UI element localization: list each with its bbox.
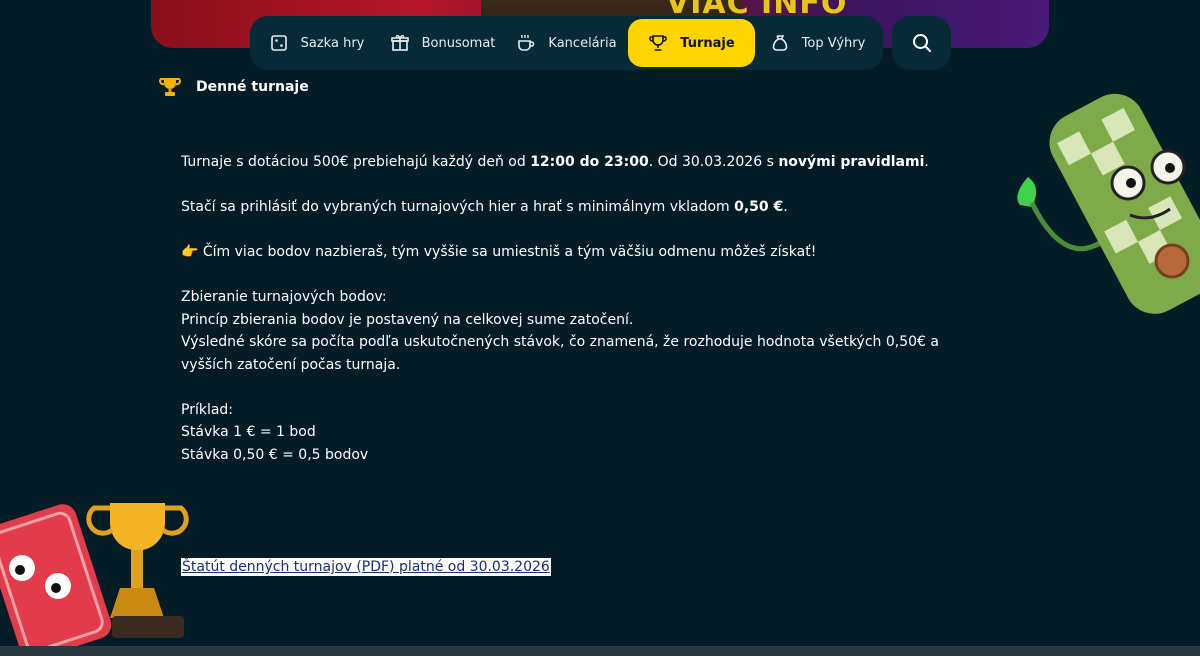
money-bag-icon [770,33,790,53]
paragraph-min-bet: Stačí sa prihlásiť do vybraných turnajov… [181,199,788,215]
coffee-icon [516,33,536,53]
nav-label: Kancelária [548,35,617,51]
search-button[interactable] [892,16,951,70]
paragraph-rules-score: Výsledné skóre sa počíta podľa uskutočne… [181,334,939,373]
nav-label: Bonusomat [421,35,496,51]
trophy-icon [648,33,668,53]
paragraph-rules-title: Zbieranie turnajových bodov: [181,289,387,305]
gift-icon [390,33,410,53]
nav-item-top-vyhry[interactable]: Top Výhry [755,19,880,67]
rules-pdf-link[interactable]: Štatút denných turnajov (PDF) platné od … [181,558,551,576]
dice-icon [269,33,289,53]
mascot-left-illustration [0,503,189,648]
nav-item-bonusomat[interactable]: Bonusomat [380,19,505,67]
example-line-1: Stávka 1 € = 1 bod [181,424,316,440]
nav-item-kancelaria[interactable]: Kancelária [505,19,628,67]
trophy-icon [158,76,182,98]
footer-bar [0,646,1200,656]
nav-label: Sazka hry [300,35,365,51]
mascot-right-illustration [1017,93,1200,314]
example-title: Príklad: [181,401,234,418]
search-icon [911,32,933,54]
main-nav: Sazka hry Bonusomat Kancelária Turnaje T… [250,16,883,70]
paragraph-rules-principle: Princíp zbierania bodov je postavený na … [181,311,634,328]
section-title: Denné turnaje [196,79,309,95]
paragraph-schedule: Turnaje s dotáciou 500€ prebiehajú každý… [181,154,929,170]
nav-item-sazka-hry[interactable]: Sazka hry [253,19,380,67]
section-heading: Denné turnaje [158,76,309,98]
paragraph-points: 👉 Čím viac bodov nazbieraš, tým vyššie s… [181,244,817,260]
pointing-hand-icon: 👉 [181,244,199,260]
tournament-description: Turnaje s dotáciou 500€ prebiehajú každý… [181,151,981,466]
nav-label: Turnaje [680,35,735,51]
nav-item-turnaje[interactable]: Turnaje [628,19,755,67]
nav-label: Top Výhry [801,35,866,51]
example-line-2: Stávka 0,50 € = 0,5 bodov [181,446,369,463]
